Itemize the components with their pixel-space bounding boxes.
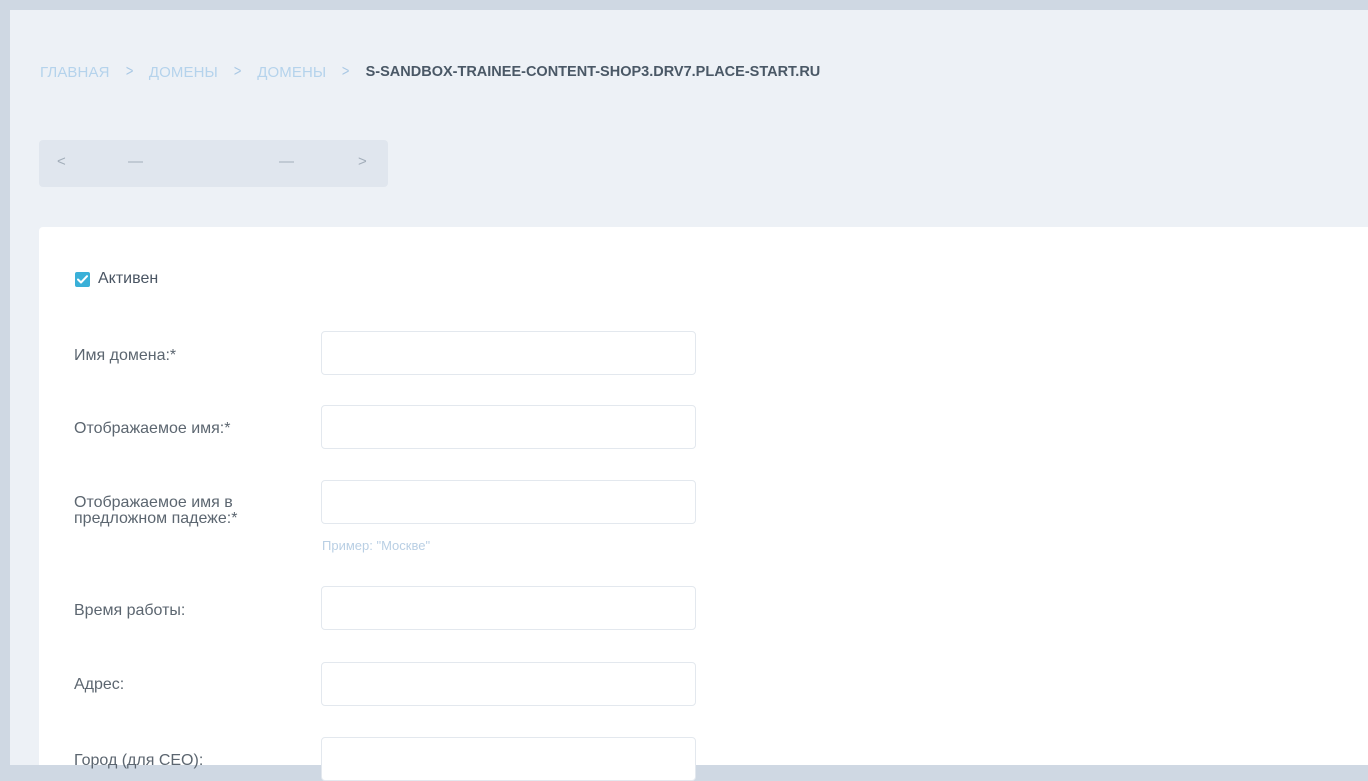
breadcrumb: Главная > Домены > Домены > S-SANDBOX-TR… (40, 62, 820, 82)
address-label: Адрес: (74, 676, 125, 693)
city-seo-label: Город (для СЕО): (74, 752, 204, 769)
breadcrumb-separator-icon: > (125, 63, 133, 80)
checkmark-icon (77, 274, 88, 283)
working-hours-input[interactable] (321, 586, 696, 630)
pager-value-left: — (128, 153, 143, 170)
domain-name-label: Имя домена:* (74, 347, 177, 364)
active-checkbox-row[interactable]: Активен (75, 269, 158, 289)
display-name-prepositional-label: Отображаемое имя в предложном падеже:* (74, 494, 238, 527)
display-name-label: Отображаемое имя:* (74, 420, 231, 437)
city-seo-input[interactable] (321, 737, 696, 781)
breadcrumb-separator-icon: > (233, 63, 242, 80)
working-hours-label: Время работы: (74, 602, 186, 619)
record-pager: < — — > (39, 140, 388, 187)
chevron-left-icon[interactable]: < (57, 153, 66, 170)
active-checkbox-label: Активен (98, 270, 159, 287)
page-frame: Главная > Домены > Домены > S-SANDBOX-TR… (10, 10, 1368, 781)
display-name-input[interactable] (321, 405, 696, 449)
active-checkbox[interactable] (75, 271, 90, 287)
pager-value-right: — (279, 153, 294, 170)
chevron-right-icon[interactable]: > (358, 153, 367, 170)
breadcrumb-current: S-SANDBOX-TRAINEE-CONTENT-SHOP3.DRV7.PLA… (365, 64, 821, 80)
breadcrumb-domains-link[interactable]: Домены (149, 64, 218, 81)
breadcrumb-separator-icon: > (342, 63, 350, 80)
display-name-prepositional-input[interactable] (321, 480, 696, 524)
breadcrumb-domains-link-2[interactable]: Домены (257, 64, 326, 81)
domain-name-input[interactable] (321, 331, 696, 375)
display-name-prepositional-hint: Пример: "Москве" (322, 538, 431, 553)
address-input[interactable] (321, 662, 696, 706)
domain-form-card: Активен Имя домена:* Отображаемое имя:* … (39, 227, 1368, 781)
breadcrumb-home-link[interactable]: Главная (40, 64, 110, 81)
